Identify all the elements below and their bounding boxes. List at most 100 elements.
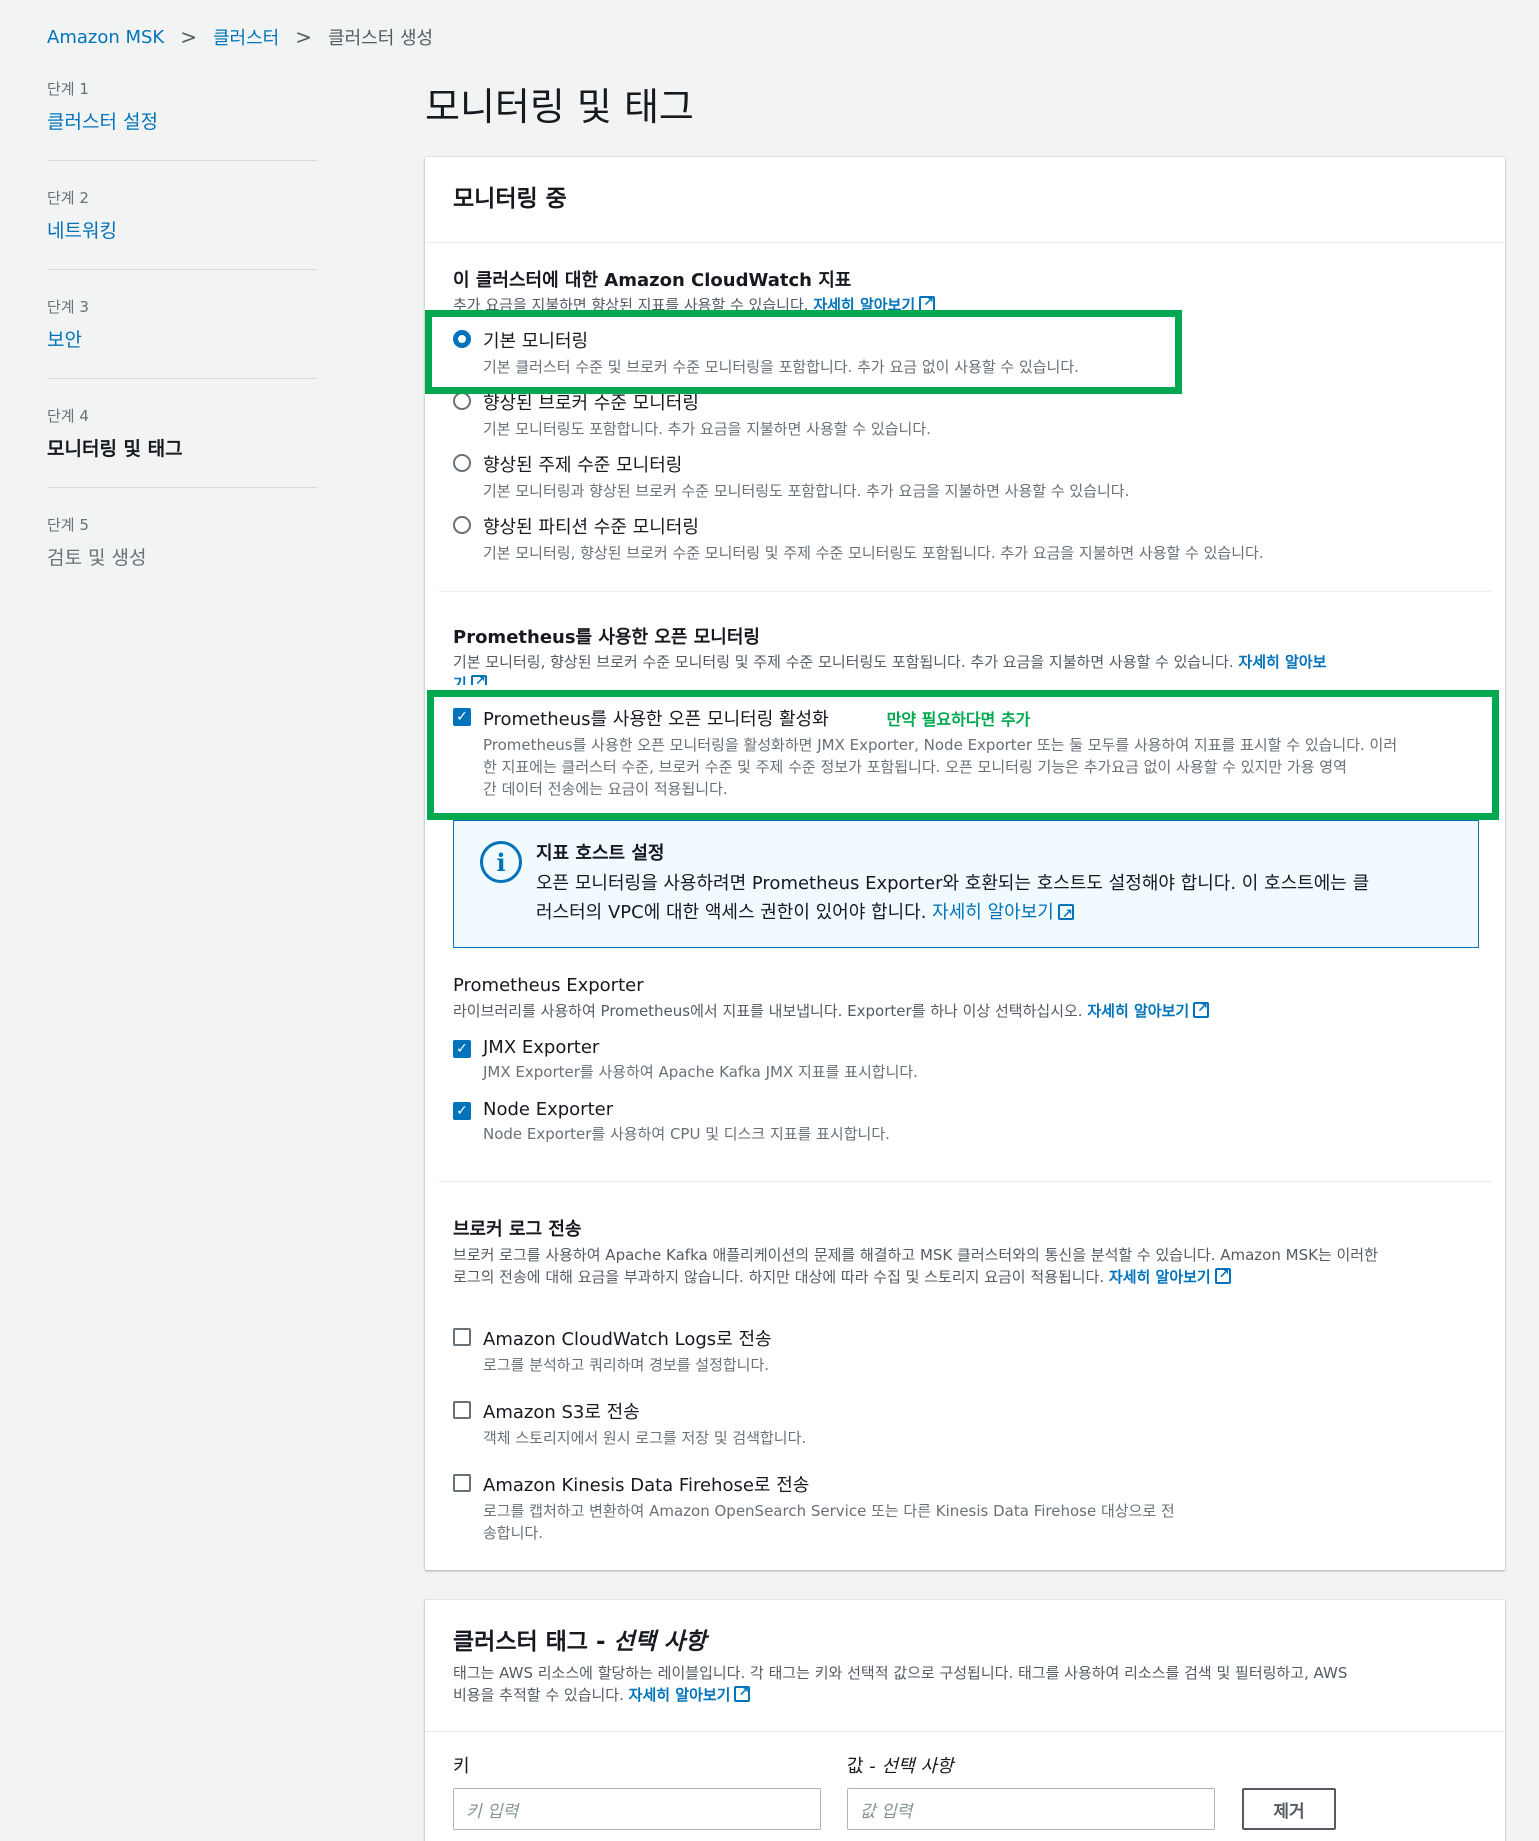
info-text: 오픈 모니터링을 사용하려면 Prometheus Exporter와 호환되는…	[536, 869, 1466, 929]
option-title: Node Exporter	[483, 1099, 614, 1120]
step-3: 단계 3 보안	[47, 296, 317, 379]
wizard-steps: 단계 1 클러스터 설정 단계 2 네트워킹 단계 3 보안 단계 4 모니터링…	[47, 78, 317, 622]
exporter-desc-text: 라이브러리를 사용하여 Prometheus에서 지표를 내보냅니다. Expo…	[453, 1002, 1083, 1020]
tags-heading-optional: 선택 사항	[613, 1629, 707, 1655]
log-firehose-option[interactable]: Amazon Kinesis Data Firehose로 전송 로그를 캡처하…	[453, 1471, 1175, 1544]
option-desc: 기본 모니터링도 포함합니다. 추가 요금을 지불하면 사용할 수 있습니다.	[483, 420, 931, 438]
option-title: JMX Exporter	[483, 1037, 600, 1058]
radio-broker[interactable]	[453, 392, 471, 410]
annotation-highlight-prometheus	[427, 690, 1499, 820]
learn-more-link[interactable]: 자세히 알아보기	[629, 1686, 731, 1704]
prometheus-desc-text: 기본 모니터링, 향상된 브로커 수준 모니터링 및 주제 수준 모니터링도 포…	[453, 653, 1234, 671]
radio-option-broker[interactable]: 향상된 브로커 수준 모니터링 기본 모니터링도 포함합니다. 추가 요금을 지…	[453, 389, 931, 440]
exporter-label: Prometheus Exporter	[453, 975, 644, 996]
learn-more-link[interactable]: 자세히 알아보기	[1087, 1002, 1189, 1020]
learn-more-link[interactable]: 자세히 알아보기	[932, 902, 1054, 923]
external-link-icon	[470, 673, 487, 685]
step-4: 단계 4 모니터링 및 태그	[47, 405, 317, 488]
tag-value-label-optional: 선택 사항	[881, 1756, 954, 1777]
info-icon: i	[480, 841, 522, 883]
external-link-icon	[1214, 1264, 1231, 1286]
option-desc: JMX Exporter를 사용하여 Apache Kafka JMX 지표를 …	[483, 1063, 918, 1081]
chevron-right-icon: >	[180, 25, 197, 49]
learn-more-link[interactable]: 자세히 알아보기	[1109, 1268, 1211, 1286]
breadcrumb-link-clusters[interactable]: 클러스터	[213, 24, 279, 50]
step-2: 단계 2 네트워킹	[47, 187, 317, 270]
step-5: 단계 5 검토 및 생성	[47, 514, 317, 596]
step-number: 단계 3	[47, 298, 89, 316]
cloudwatch-metrics-desc: 추가 요금을 지불하면 향상된 지표를 사용할 수 있습니다. 자세히 알아보기	[453, 294, 936, 310]
prometheus-label: Prometheus를 사용한 오픈 모니터링	[453, 627, 760, 648]
option-desc: 로그를 분석하고 쿼리하며 경보를 설정합니다.	[483, 1356, 770, 1374]
step-link-networking[interactable]: 네트워킹	[47, 220, 117, 242]
radio-option-partition[interactable]: 향상된 파티션 수준 모니터링 기본 모니터링, 향상된 브로커 수준 모니터링…	[453, 513, 1264, 564]
tags-desc-line: 태그는 AWS 리소스에 할당하는 레이블입니다. 각 태그는 키와 선택적 값…	[453, 1664, 1348, 1682]
breadcrumb: Amazon MSK > 클러스터 > 클러스터 생성	[47, 24, 433, 50]
step-link-cluster-settings[interactable]: 클러스터 설정	[47, 111, 158, 133]
option-desc-line: 로그를 캡처하고 변환하여 Amazon OpenSearch Service …	[483, 1502, 1175, 1520]
log-s3-option[interactable]: Amazon S3로 전송 객체 스토리지에서 원시 로그를 저장 및 검색합니…	[453, 1398, 806, 1449]
step-review: 검토 및 생성	[47, 547, 147, 569]
cloudwatch-desc-text: 추가 요금을 지불하면 향상된 지표를 사용할 수 있습니다.	[453, 296, 809, 310]
divider	[439, 1181, 1491, 1182]
divider	[425, 1731, 1505, 1732]
info-title: 지표 호스트 설정	[536, 843, 665, 864]
option-title: Amazon S3로 전송	[483, 1402, 640, 1423]
info-text-line: 러스터의 VPC에 대한 액세스 권한이 있어야 합니다.	[536, 902, 927, 923]
step-1: 단계 1 클러스터 설정	[47, 78, 317, 161]
tag-value-input[interactable]: 값 입력	[847, 1788, 1215, 1830]
tag-key-input[interactable]: 키 입력	[453, 1788, 821, 1830]
breadcrumb-link-msk[interactable]: Amazon MSK	[47, 27, 164, 48]
step-number: 단계 1	[47, 80, 89, 98]
step-link-security[interactable]: 보안	[47, 329, 82, 351]
step-number: 단계 2	[47, 189, 89, 207]
log-s3-checkbox[interactable]	[453, 1401, 471, 1419]
option-desc-line: 송합니다.	[483, 1524, 543, 1542]
external-link-icon	[734, 1682, 751, 1704]
radio-option-topic[interactable]: 향상된 주제 수준 모니터링 기본 모니터링과 향상된 브로커 수준 모니터링도…	[453, 451, 1129, 502]
broker-logs-desc-line: 브로커 로그를 사용하여 Apache Kafka 애플리케이션의 문제를 해결…	[453, 1246, 1378, 1264]
external-link-icon	[919, 294, 936, 310]
external-link-icon	[1057, 900, 1074, 929]
broker-logs-desc-line: 로그의 전송에 대해 요금을 부과하지 않습니다. 하지만 대상에 따라 수집 …	[453, 1268, 1105, 1286]
cloudwatch-metrics-label: 이 클러스터에 대한 Amazon CloudWatch 지표	[453, 270, 852, 291]
cluster-tags-panel: 클러스터 태그 - 선택 사항 태그는 AWS 리소스에 할당하는 레이블입니다…	[425, 1600, 1505, 1841]
option-title: Amazon CloudWatch Logs로 전송	[483, 1329, 772, 1350]
learn-more-link[interactable]: 자세히 알아보기	[813, 296, 915, 310]
option-desc: 기본 모니터링, 향상된 브로커 수준 모니터링 및 주제 수준 모니터링도 포…	[483, 544, 1264, 562]
log-firehose-checkbox[interactable]	[453, 1474, 471, 1492]
learn-more-link[interactable]: 자세히 알아보	[1238, 653, 1326, 671]
learn-more-link-continued[interactable]: 기	[453, 675, 467, 685]
external-link-icon	[1193, 998, 1210, 1020]
log-cloudwatch-checkbox[interactable]	[453, 1328, 471, 1346]
info-text-line: 오픈 모니터링을 사용하려면 Prometheus Exporter와 호환되는…	[536, 873, 1370, 894]
tag-value-label-text: 값 -	[847, 1756, 882, 1777]
radio-partition[interactable]	[453, 516, 471, 534]
jmx-exporter-option[interactable]: ✓ JMX Exporter JMX Exporter를 사용하여 Apache…	[453, 1037, 918, 1083]
node-exporter-option[interactable]: ✓ Node Exporter Node Exporter를 사용하여 CPU …	[453, 1099, 890, 1145]
step-current-monitoring: 모니터링 및 태그	[47, 438, 183, 460]
remove-tag-button[interactable]: 제거	[1242, 1788, 1336, 1830]
broker-logs-desc: 브로커 로그를 사용하여 Apache Kafka 애플리케이션의 문제를 해결…	[453, 1244, 1493, 1288]
divider	[439, 591, 1491, 592]
prometheus-desc: 기본 모니터링, 향상된 브로커 수준 모니터링 및 주제 수준 모니터링도 포…	[453, 651, 1483, 685]
option-desc: 기본 모니터링과 향상된 브로커 수준 모니터링도 포함합니다. 추가 요금을 …	[483, 482, 1130, 500]
broker-logs-label: 브로커 로그 전송	[453, 1219, 582, 1240]
breadcrumb-current: 클러스터 생성	[328, 28, 434, 49]
jmx-exporter-checkbox[interactable]: ✓	[453, 1040, 471, 1058]
info-alert: i 지표 호스트 설정 오픈 모니터링을 사용하려면 Prometheus Ex…	[453, 820, 1479, 948]
option-title: Amazon Kinesis Data Firehose로 전송	[483, 1475, 810, 1496]
option-desc: Node Exporter를 사용하여 CPU 및 디스크 지표를 표시합니다.	[483, 1125, 890, 1143]
tags-heading: 클러스터 태그 - 선택 사항	[453, 1622, 706, 1656]
exporter-desc: 라이브러리를 사용하여 Prometheus에서 지표를 내보냅니다. Expo…	[453, 998, 1210, 1022]
option-title: 향상된 파티션 수준 모니터링	[483, 517, 699, 538]
node-exporter-checkbox[interactable]: ✓	[453, 1102, 471, 1120]
step-number: 단계 5	[47, 516, 89, 534]
log-cloudwatch-option[interactable]: Amazon CloudWatch Logs로 전송 로그를 분석하고 쿼리하며…	[453, 1325, 772, 1376]
radio-topic[interactable]	[453, 454, 471, 472]
chevron-right-icon: >	[295, 25, 313, 49]
tags-desc: 태그는 AWS 리소스에 할당하는 레이블입니다. 각 태그는 키와 선택적 값…	[453, 1662, 1493, 1706]
page-title: 모니터링 및 태그	[425, 85, 694, 129]
monitoring-heading: 모니터링 중	[453, 186, 567, 212]
step-number: 단계 4	[47, 407, 89, 425]
